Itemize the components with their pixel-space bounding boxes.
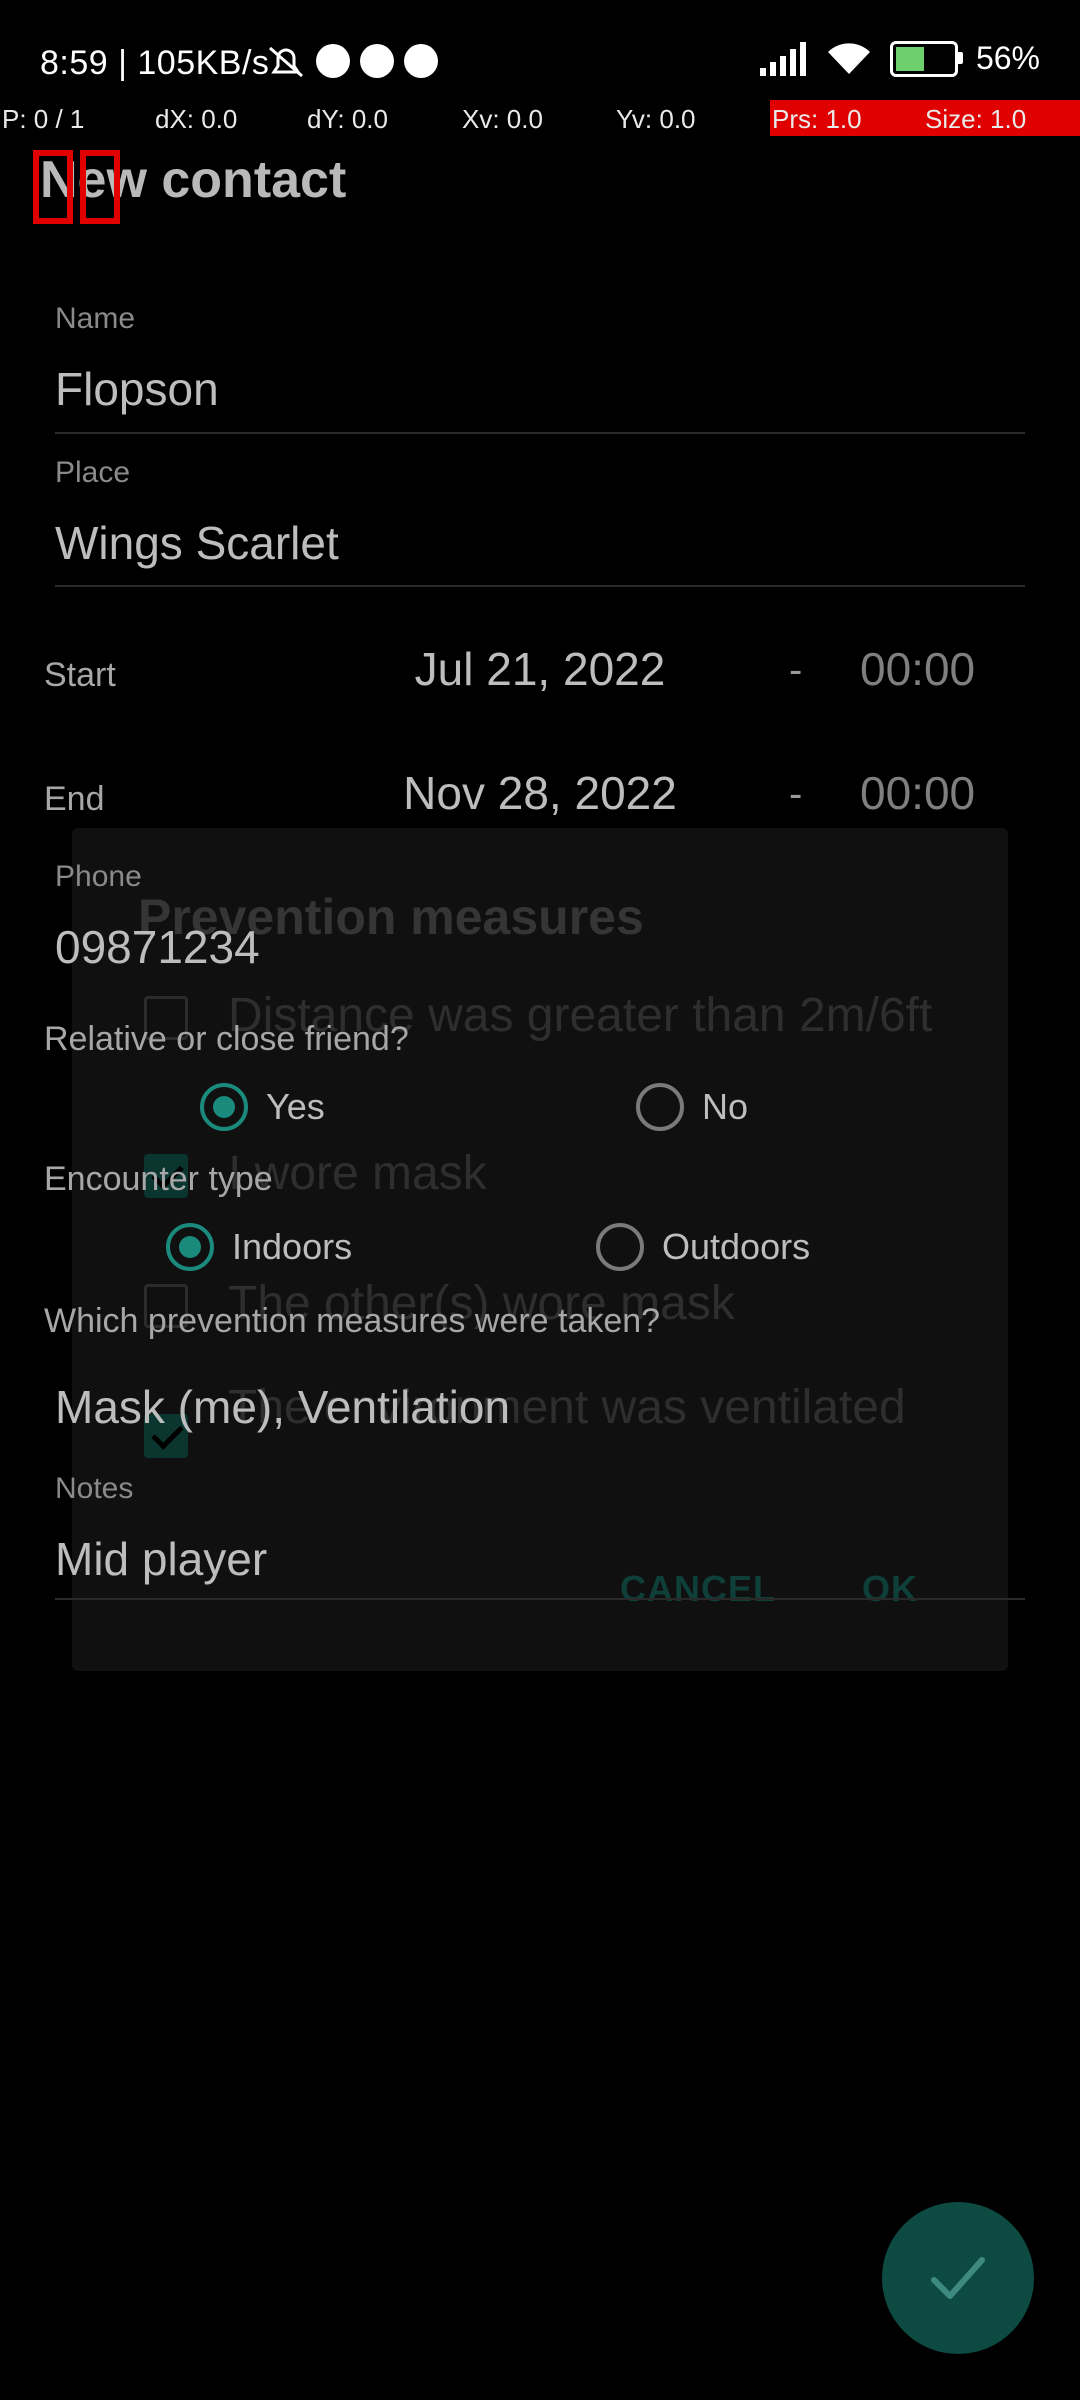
- start-time-button[interactable]: 00:00: [860, 642, 975, 696]
- end-time-button[interactable]: 00:00: [860, 766, 975, 820]
- name-label: Name: [55, 302, 136, 335]
- pointer-xv: Xv: 0.0: [462, 104, 543, 134]
- end-date-button[interactable]: Nov 28, 2022: [300, 766, 780, 820]
- battery-percentage: 56%: [975, 40, 1040, 76]
- status-bar: 8:59 | 105KB/s 56%: [0, 0, 1080, 100]
- start-dash: -: [789, 648, 803, 692]
- signal-icon: [759, 41, 806, 76]
- pointer-dx: dX: 0.0: [155, 104, 238, 134]
- pointer-dy: dY: 0.0: [307, 104, 388, 134]
- save-fab-button[interactable]: [882, 2202, 1034, 2354]
- app-notification-icon: [316, 44, 350, 78]
- pointer-location-bar: P: 0 / 1 dX: 0.0 dY: 0.0 Xv: 0.0 Yv: 0.0…: [0, 100, 1080, 136]
- relative-yes-radio[interactable]: Yes: [200, 1083, 325, 1131]
- battery-icon: [889, 40, 963, 77]
- place-label: Place: [55, 456, 131, 489]
- touch-indicator: [80, 150, 120, 224]
- relative-no-radio[interactable]: No: [636, 1083, 748, 1131]
- end-label: End: [44, 780, 105, 818]
- prevention-field[interactable]: Mask (me), Ventilation: [55, 1380, 510, 1434]
- encounter-outdoors-radio[interactable]: Outdoors: [596, 1223, 810, 1271]
- phone-field[interactable]: 09871234: [55, 920, 260, 974]
- notes-underline: [55, 1598, 1025, 1600]
- app-notification-icon-2: [404, 44, 438, 78]
- status-time: 8:59 | 105KB/s: [40, 44, 270, 82]
- check-icon: [931, 2257, 985, 2299]
- encounter-outdoors-label: Outdoors: [662, 1226, 811, 1267]
- radio-selected-icon: [166, 1223, 214, 1271]
- relative-no-label: No: [702, 1086, 749, 1127]
- encounter-indoors-label: Indoors: [232, 1226, 353, 1267]
- radio-selected-icon: [200, 1083, 248, 1131]
- sync-notification-icon: [360, 44, 394, 78]
- phone-label: Phone: [55, 860, 142, 893]
- encounter-type-label: Encounter type: [44, 1160, 273, 1198]
- radio-unselected-icon: [596, 1223, 644, 1271]
- mute-bell-icon: [269, 46, 303, 78]
- radio-unselected-icon: [636, 1083, 684, 1131]
- pointer-yv: Yv: 0.0: [616, 104, 696, 134]
- notes-field[interactable]: Mid player: [55, 1532, 267, 1586]
- pointer-size: Size: 1.0: [925, 104, 1027, 134]
- end-dash: -: [789, 772, 803, 816]
- touch-indicator: [33, 150, 73, 224]
- start-date-button[interactable]: Jul 21, 2022: [300, 642, 780, 696]
- place-field[interactable]: Wings Scarlet: [55, 516, 339, 570]
- dialog-ok-button[interactable]: OK: [862, 1568, 918, 1610]
- pointer-pressure: Prs: 1.0: [772, 104, 862, 134]
- wifi-icon: [827, 42, 870, 74]
- place-underline: [55, 585, 1025, 587]
- prevention-question: Which prevention measures were taken?: [44, 1302, 661, 1340]
- name-underline: [55, 432, 1025, 434]
- status-notification-icons: [266, 44, 438, 80]
- pointer-count: P: 0 / 1: [2, 104, 85, 134]
- status-right: 56%: [758, 40, 1040, 77]
- relative-yes-label: Yes: [266, 1086, 325, 1127]
- start-label: Start: [44, 656, 116, 694]
- encounter-indoors-radio[interactable]: Indoors: [166, 1223, 352, 1271]
- dialog-cancel-button[interactable]: CANCEL: [620, 1568, 776, 1610]
- notes-label: Notes: [55, 1472, 134, 1505]
- name-field[interactable]: Flopson: [55, 362, 219, 416]
- relative-question: Relative or close friend?: [44, 1020, 409, 1058]
